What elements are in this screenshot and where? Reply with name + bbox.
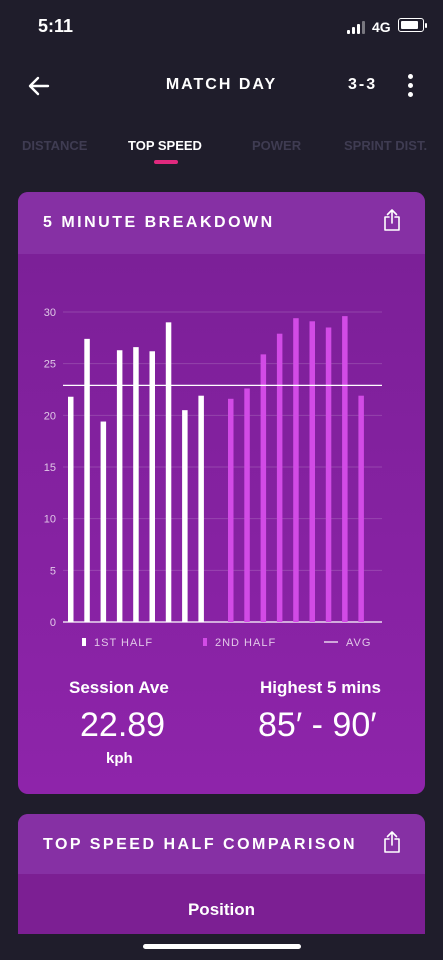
share-icon[interactable] [383,208,401,232]
tab-top-speed[interactable]: TOP SPEED [128,138,202,153]
legend-first-half-label: 1ST HALF [94,637,153,649]
legend-average-label: AVG [346,637,371,649]
signal-icon [347,20,367,34]
status-time: 5:11 [38,16,74,36]
bar-second-half [228,398,234,622]
y-tick-label: 10 [44,514,56,526]
bar-second-half [358,395,364,622]
nav-bar: MATCH DAY 3-3 [0,60,443,110]
breakdown-card-header: 5 MINUTE BREAKDOWN [18,192,425,254]
bar-first-half [133,347,139,622]
half-comparison-title: TOP SPEED HALF COMPARISON [43,836,358,853]
position-heading: Position [187,900,256,919]
bar-second-half [325,327,332,622]
tab-power[interactable]: POWER [252,138,301,153]
bar-second-half [260,354,267,622]
breakdown-card: 5 MINUTE BREAKDOWN 0 5 10 15 20 25 30 1ST HALF 2… [18,192,425,794]
breakdown-title: 5 MINUTE BREAKDOWN [43,214,275,231]
y-tick-label: 25 [44,359,56,371]
battery-icon [398,18,427,32]
bar-second-half [244,388,250,622]
legend-second-half-label: 2ND HALF [215,637,276,649]
bar-first-half [165,322,172,622]
tab-sprint-distance[interactable]: SPRINT DIST. [344,138,427,153]
y-tick-label: 30 [44,307,56,319]
active-tab-indicator [154,160,178,164]
bar-first-half [68,396,74,622]
session-average-label: Session Ave [69,678,169,697]
bar-second-half [276,333,283,622]
tab-distance[interactable]: DISTANCE [22,138,87,153]
bar-first-half [100,421,107,622]
highest-five-mins-label: Highest 5 mins [260,678,381,697]
more-options-icon[interactable] [404,74,416,102]
speed-bar-chart: 0 5 10 15 20 25 30 1ST HALF 2ND HALF AVG [44,307,382,649]
bar-second-half [342,316,348,622]
bar-first-half [182,410,188,622]
half-comparison-header: TOP SPEED HALF COMPARISON [18,814,425,874]
bar-first-half [116,350,123,622]
session-average-value: 22.89 [80,706,166,744]
half-comparison-card: TOP SPEED HALF COMPARISON Position [18,814,425,934]
bar-first-half [149,351,155,622]
bar-first-half [198,395,204,622]
y-tick-label: 0 [50,617,56,629]
legend-second-half-swatch [203,638,207,646]
bar-second-half [293,318,299,622]
y-tick-label: 5 [50,565,56,577]
metric-tabs: DISTANCE TOP SPEED POWER SPRINT DIST. [0,134,443,170]
network-type: 4G [372,19,391,35]
bar-second-half [309,321,315,622]
share-icon[interactable] [383,830,401,854]
y-tick-label: 15 [44,462,56,474]
match-score: 3-3 [348,76,378,93]
bar-first-half [84,338,90,622]
status-bar: 5:11 4G [0,0,443,56]
y-tick-label: 20 [44,410,56,422]
legend-first-half-swatch [82,638,86,646]
home-indicator [143,944,301,949]
highest-five-mins-value: 85′ - 90′ [258,706,377,744]
session-average-unit: kph [106,750,133,767]
